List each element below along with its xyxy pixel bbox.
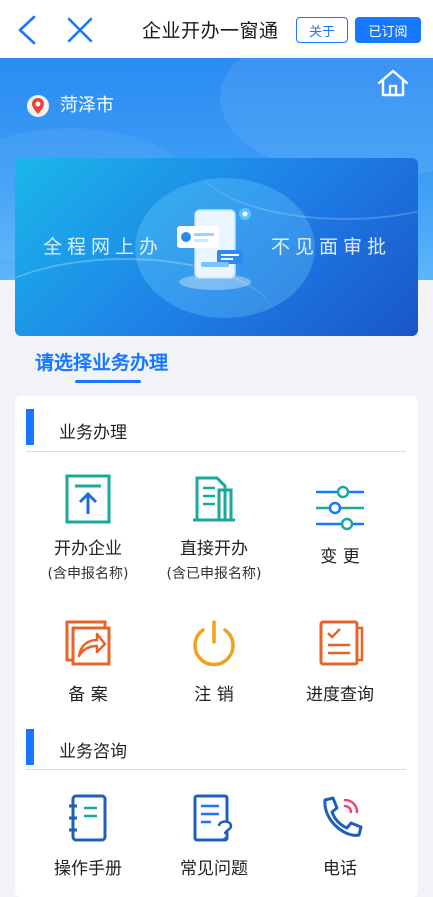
section-divider [26,451,406,452]
banner-left-text: 全程网上办 [43,236,164,258]
sliders-icon [316,485,364,531]
item-label: 常见问题 [180,859,248,879]
building-icon [193,476,235,522]
city-name[interactable]: 菏泽市 [60,91,114,117]
item-label: 电话 [323,859,357,879]
item-sublabel: (含申报名称) [47,566,129,582]
upload-doc-icon [65,474,111,524]
location-pin-icon [27,95,49,117]
top-nav-bar: 企业开办一窗通 关于 已订阅 [0,0,433,58]
phone-icon [323,796,363,837]
notebook-icon [69,794,107,842]
title-underline [75,380,141,383]
close-icon[interactable] [66,16,94,44]
direct-open-item[interactable]: 直接开办 (含已申报名称) [149,472,279,583]
banner-right-text: 不见面审批 [271,236,392,258]
service-card: 业务办理 开办企业 (含申报名称) 直接开办 (含已申报名称) 变 更 备 案 … [15,396,418,897]
section-marker [26,729,34,765]
item-label: 操作手册 [54,859,122,879]
share-arrow-icon [65,620,111,666]
cancellation-item[interactable]: 注 销 [149,618,279,705]
item-label: 变 更 [320,547,360,567]
power-icon [193,620,235,667]
item-label: 进度查询 [306,685,374,705]
manual-item[interactable]: 操作手册 [23,792,153,879]
home-icon[interactable] [376,68,410,98]
section-divider [26,769,406,770]
section-title-consult: 业务咨询 [59,742,127,762]
record-filing-item[interactable]: 备 案 [23,618,153,705]
item-label: 备 案 [68,685,108,705]
phone-illustration-icon [177,208,251,290]
select-business-title: 请选择业务办理 [35,352,169,374]
phone-item[interactable]: 电话 [275,792,405,879]
back-arrow-icon[interactable] [14,14,42,46]
promo-banner: 全程网上办 不见面审批 [15,158,418,336]
change-item[interactable]: 变 更 [275,484,405,567]
item-label: 开办企业 [54,539,122,559]
open-enterprise-item[interactable]: 开办企业 (含申报名称) [23,472,153,583]
item-label: 注 销 [194,685,234,705]
page-title: 企业开办一窗通 [142,20,279,42]
faq-item[interactable]: 常见问题 [149,792,279,879]
about-button[interactable]: 关于 [296,17,348,43]
subscribed-button[interactable]: 已订阅 [355,17,421,43]
section-marker [26,409,34,445]
progress-query-item[interactable]: 进度查询 [275,618,405,705]
question-doc-icon [193,794,233,842]
checklist-icon [319,620,364,666]
section-title-business: 业务办理 [59,423,127,443]
item-label: 直接开办 [180,539,248,559]
item-sublabel: (含已申报名称) [166,566,262,582]
